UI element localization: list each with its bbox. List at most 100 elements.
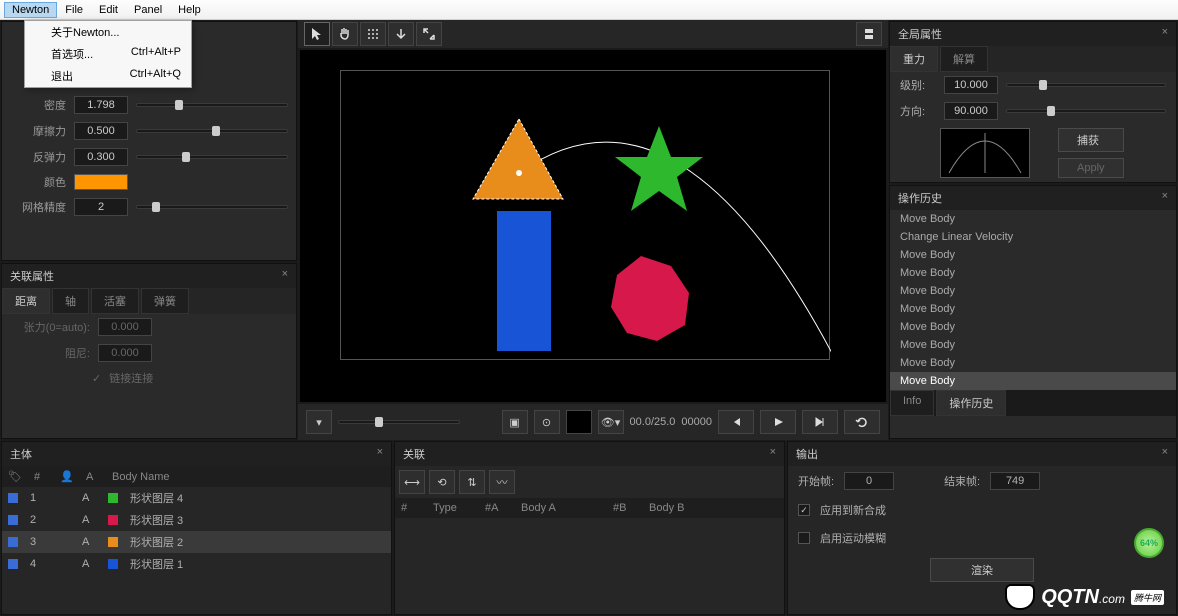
settings-icon[interactable] [856,22,882,46]
assoc-title: 关联属性 [10,268,54,284]
history-item[interactable]: Change Linear Velocity [890,228,1176,246]
assoc-properties-panel: 关联属性× 距离轴活塞弹簧 张力(0=auto):0.000 阻尼:0.000 … [1,263,297,439]
prop-label: 摩擦力 [10,123,66,139]
close-icon[interactable]: × [770,446,776,462]
progress-badge: 64% [1134,528,1164,558]
history-item[interactable]: Move Body [890,210,1176,228]
dir-slider[interactable] [1006,109,1166,113]
capture-button[interactable]: 捕获 [1058,128,1124,152]
history-item[interactable]: Move Body [890,264,1176,282]
menu-preferences[interactable]: 首选项...Ctrl+Alt+P [25,43,191,65]
center-icon[interactable]: ⊙ [534,410,560,434]
prop-slider[interactable] [136,103,288,107]
new-comp-checkbox[interactable]: ✓ [798,504,810,516]
history-item[interactable]: Move Body [890,336,1176,354]
menu-edit[interactable]: Edit [91,2,126,18]
prop-value[interactable]: 1.798 [74,96,128,114]
prop-label: 密度 [10,97,66,113]
menu-about[interactable]: 关于Newton... [25,21,191,43]
body-row[interactable]: 2A形状图层 3 [2,509,391,531]
prop-slider[interactable] [136,155,288,159]
tension-label: 张力(0=auto): [10,319,90,335]
down-arrow-icon[interactable] [388,22,414,46]
color-label: 颜色 [10,174,66,190]
history-item[interactable]: Move Body [890,246,1176,264]
menu-panel[interactable]: Panel [126,2,170,18]
end-label: 结束帧: [944,473,980,489]
link-distance-icon[interactable]: ⟷ [399,470,425,494]
level-value[interactable]: 10.000 [944,76,998,94]
new-comp-label: 应用到新合成 [820,502,886,518]
tab-solver[interactable]: 解算 [940,46,988,72]
close-icon[interactable]: × [377,446,383,462]
viewport[interactable] [300,50,886,402]
start-frame-input[interactable]: 0 [844,472,894,490]
body-row[interactable]: 1A形状图层 4 [2,487,391,509]
body-row[interactable]: 4A形状图层 1 [2,553,391,575]
color-swatch[interactable] [74,174,128,190]
damp-label: 阻尼: [10,345,90,361]
tag-icon[interactable]: 🏷 [8,470,22,483]
person-icon: 👤 [60,470,74,483]
link-piston-icon[interactable]: ⇅ [459,470,485,494]
level-label: 级别: [900,77,936,93]
pan-tool-icon[interactable] [332,22,358,46]
close-icon[interactable]: × [1162,190,1168,206]
menu-file[interactable]: File [57,2,91,18]
col-body-b: Body B [649,502,684,514]
zoom-slider[interactable] [338,420,460,424]
end-frame-input[interactable]: 749 [990,472,1040,490]
motion-blur-checkbox[interactable] [798,532,810,544]
fit-icon[interactable]: ▣ [502,410,528,434]
assoc-tab[interactable]: 轴 [52,288,89,314]
motion-blur-label: 启用运动模糊 [820,530,886,546]
check-icon: ✓ [92,372,101,385]
next-frame-button[interactable] [802,410,838,434]
dir-value[interactable]: 90.000 [944,102,998,120]
bodies-title: 主体 [10,446,32,462]
prop-value[interactable]: 0.500 [74,122,128,140]
history-item[interactable]: Move Body [890,354,1176,372]
frame-count: 00000 [681,416,712,428]
zoom-menu-icon[interactable]: ▾ [306,410,332,434]
tab-history[interactable]: 操作历史 [936,390,1006,416]
mesh-slider[interactable] [136,205,288,209]
tab-info[interactable]: Info [890,390,934,416]
frame-info: 00.0/25.0 [630,416,676,428]
expand-icon[interactable] [416,22,442,46]
col-a-num: #A [485,502,509,514]
close-icon[interactable]: × [1162,26,1168,42]
history-item[interactable]: Move Body [890,372,1176,390]
prop-label: 反弹力 [10,149,66,165]
visibility-icon[interactable]: 👁▾ [598,410,624,434]
global-title: 全局属性 [898,26,942,42]
tab-gravity[interactable]: 重力 [890,46,938,72]
play-button[interactable] [760,410,796,434]
history-item[interactable]: Move Body [890,282,1176,300]
output-title: 输出 [796,446,818,462]
history-item[interactable]: Move Body [890,318,1176,336]
assoc-tab[interactable]: 弹簧 [141,288,189,314]
mesh-value[interactable]: 2 [74,198,128,216]
select-tool-icon[interactable] [304,22,330,46]
prop-value[interactable]: 0.300 [74,148,128,166]
menu-help[interactable]: Help [170,2,209,18]
transport-bar: ▾ ▣ ⊙ 👁▾ 00.0/25.0 00000 [298,404,888,440]
render-button[interactable]: 渲染 [930,558,1034,582]
history-item[interactable]: Move Body [890,300,1176,318]
assoc-tab[interactable]: 距离 [2,288,50,314]
link-spring-icon[interactable]: 〰 [489,470,515,494]
prev-frame-button[interactable] [718,410,754,434]
link-axis-icon[interactable]: ⟲ [429,470,455,494]
close-icon[interactable]: × [282,268,288,284]
body-row[interactable]: 3A形状图层 2 [2,531,391,553]
grid-tool-icon[interactable] [360,22,386,46]
menu-exit[interactable]: 退出Ctrl+Alt+Q [25,65,191,87]
loop-button[interactable] [844,410,880,434]
assoc-tab[interactable]: 活塞 [91,288,139,314]
bg-color-swatch[interactable] [566,410,592,434]
close-icon[interactable]: × [1162,446,1168,462]
menu-newton[interactable]: Newton [4,2,57,18]
level-slider[interactable] [1006,83,1166,87]
prop-slider[interactable] [136,129,288,133]
